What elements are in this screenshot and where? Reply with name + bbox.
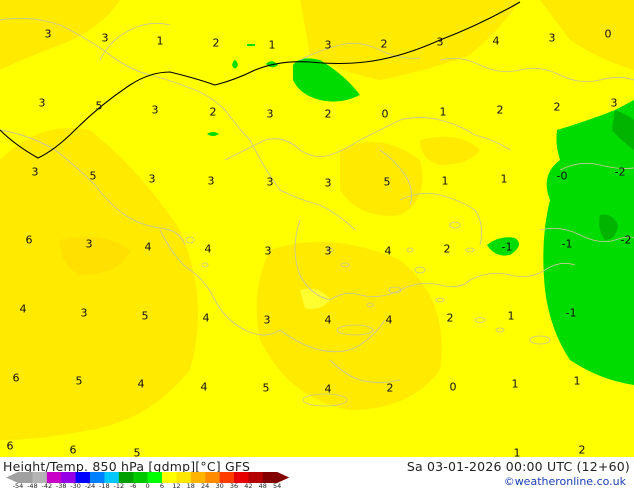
temperature-label: 3 (436, 35, 444, 49)
temperature-label: 4 (19, 302, 27, 316)
temperature-label: 3 (101, 31, 109, 45)
temperature-label: 2 (324, 107, 332, 121)
temperature-label: 3 (266, 107, 274, 121)
temperature-label: 6 (69, 443, 77, 457)
temperature-label: 2 (446, 311, 454, 325)
temperature-label: 1 (156, 34, 164, 48)
temperature-label: 6 (25, 233, 33, 247)
temperature-label: 2 (496, 103, 504, 117)
credit-link[interactable]: ©weatheronline.co.uk (504, 475, 626, 488)
scale-tick-label: -6 (129, 482, 137, 490)
temperature-label: 4 (324, 313, 332, 327)
temperature-label: -1 (565, 306, 577, 320)
temperature-label: 6 (6, 439, 14, 453)
scale-tick-label: 18 (186, 482, 195, 490)
temperature-label: 3 (324, 244, 332, 258)
scale-tick-label: 48 (258, 482, 267, 490)
temperature-label: 1 (511, 377, 519, 391)
temperature-label: 1 (507, 309, 515, 323)
temperature-label: -1 (501, 240, 513, 254)
temperature-label: 2 (386, 381, 394, 395)
scale-tick-label: -18 (99, 482, 110, 490)
temperature-label: 2 (443, 242, 451, 256)
temperature-label: 6 (12, 371, 20, 385)
temperature-label: 3 (44, 27, 52, 41)
temperature-label: 2 (212, 36, 220, 50)
scale-tick-label: 54 (273, 482, 282, 490)
temperature-label: 5 (133, 446, 141, 458)
temperature-label: 3 (324, 176, 332, 190)
temperature-label: 5 (141, 309, 149, 323)
weather-map: 3 3 1 2 1 3 2 3 4 3 0 3 5 3 2 3 2 0 1 2 2 3 3 5 3 3 3 3 5 1 1 -0 -2 6 3 4 4 3… (0, 0, 634, 457)
scale-tick-label: 0 (145, 482, 150, 490)
temperature-label: 1 (268, 38, 276, 52)
temperature-label: 5 (75, 374, 83, 388)
scale-tick-label: -54 (12, 482, 24, 490)
temperature-label: 3 (85, 237, 93, 251)
temperature-label: 4 (144, 240, 152, 254)
map-canvas (0, 0, 634, 457)
scale-tick-label: -24 (84, 482, 96, 490)
temperature-label: 5 (383, 175, 391, 189)
temperature-label: 4 (137, 377, 145, 391)
temperature-label: 0 (604, 27, 612, 41)
cold-area-dot-4 (247, 44, 255, 46)
footer: Height/Temp. 850 hPa [gdmp][°C] GFS Sa 0… (0, 457, 634, 490)
temperature-label: 3 (610, 96, 618, 110)
scale-tick-label: -30 (70, 482, 81, 490)
temperature-label: 0 (449, 380, 457, 394)
temperature-label: 1 (513, 446, 521, 458)
temperature-label: 4 (385, 313, 393, 327)
temperature-label: 3 (80, 306, 88, 320)
temperature-label: 3 (264, 244, 272, 258)
scale-tick-label: -48 (27, 482, 38, 490)
temperature-label: 4 (200, 380, 208, 394)
temperature-label: -2 (614, 165, 626, 179)
scale-tick-label: 6 (159, 482, 165, 490)
temperature-label: 3 (324, 38, 332, 52)
scale-tick-label: 42 (244, 482, 253, 490)
temperature-label: 1 (573, 374, 581, 388)
temperature-label: 3 (148, 172, 156, 186)
temperature-label: 5 (262, 381, 270, 395)
scale-tick-label: 30 (215, 482, 224, 490)
temperature-label: 2 (553, 100, 561, 114)
temperature-label: 3 (38, 96, 46, 110)
temperature-label: 3 (548, 31, 556, 45)
temperature-label: 4 (202, 311, 210, 325)
temperature-label: 3 (31, 165, 39, 179)
temperature-label: 1 (439, 105, 447, 119)
temperature-label: 1 (441, 174, 449, 188)
temperature-label: -2 (620, 233, 632, 247)
temperature-label: -0 (556, 169, 568, 183)
temperature-label: 0 (381, 107, 389, 121)
temperature-label: 5 (89, 169, 97, 183)
scale-tick-label: 36 (229, 482, 239, 490)
temperature-label: 3 (151, 103, 159, 117)
temperature-label: -1 (561, 237, 573, 251)
temperature-label: 4 (492, 34, 500, 48)
temperature-label: 4 (204, 242, 212, 256)
temperature-label: 2 (209, 105, 217, 119)
scale-tick-label: 12 (172, 482, 181, 490)
scale-tick-label: -42 (41, 482, 53, 490)
temperature-label: 3 (266, 175, 274, 189)
temperature-label: 2 (380, 37, 388, 51)
temperature-label: 5 (95, 99, 103, 113)
temperature-label: 3 (263, 313, 271, 327)
valid-time: Sa 03-01-2026 00:00 UTC (12+60) (406, 459, 630, 474)
scale-tick-label: 24 (201, 482, 210, 490)
temperature-label: 4 (324, 382, 332, 396)
temperature-label: 1 (500, 172, 508, 186)
temperature-label: 2 (578, 443, 586, 457)
scale-tick-label: -38 (55, 482, 67, 490)
temperature-label: 4 (384, 244, 392, 258)
temperature-label: 3 (207, 174, 215, 188)
scale-tick-label: -12 (113, 482, 125, 490)
